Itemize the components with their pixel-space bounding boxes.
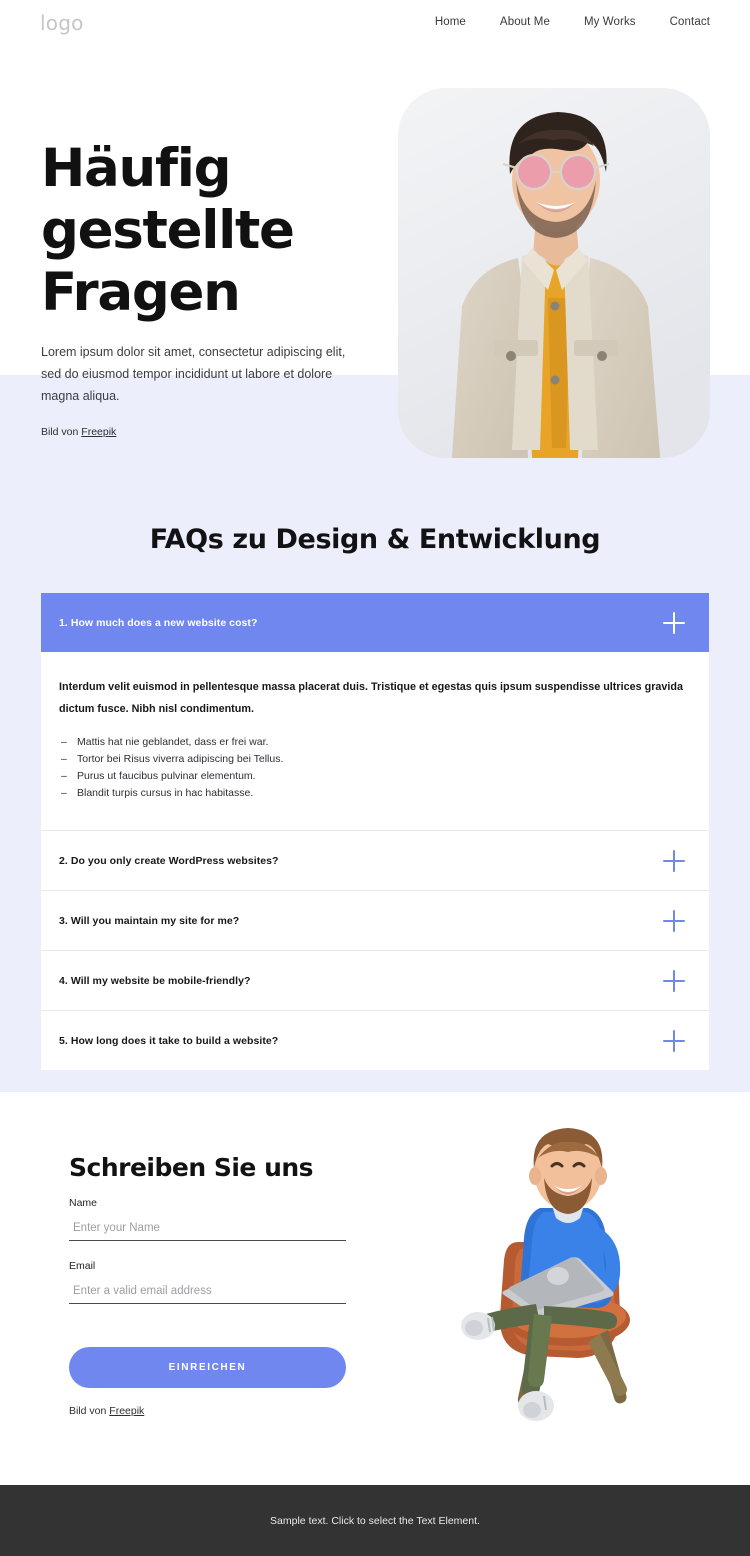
faq-answer-bullets: Mattis hat nie geblandet, dass er frei w… (59, 734, 685, 802)
faq-section: FAQs zu Design & Entwicklung 1. How much… (0, 492, 750, 1092)
nav-item-contact[interactable]: Contact (670, 16, 710, 28)
contact-credit-prefix: Bild von (69, 1405, 110, 1417)
site-footer: Sample text. Click to select the Text El… (0, 1485, 750, 1556)
logo[interactable]: logo (40, 11, 84, 35)
faq-item-2-header[interactable]: 2. Do you only create WordPress websites… (41, 831, 709, 890)
contact-section: Schreiben Sie uns Name Email EINREICHEN … (0, 1092, 750, 1485)
name-input[interactable] (69, 1222, 346, 1241)
faq-bullet: Blandit turpis cursus in hac habitasse. (59, 785, 685, 802)
plus-icon[interactable] (663, 1029, 685, 1052)
site-header: logo Home About Me My Works Contact (0, 0, 750, 47)
faq-item-1-answer: Interdum velit euismod in pellentesque m… (41, 652, 709, 830)
hero-credit-link[interactable]: Freepik (81, 426, 116, 438)
faq-item-1-header[interactable]: 1. How much does a new website cost? (41, 593, 709, 652)
email-input[interactable] (69, 1285, 346, 1304)
contact-credit-link[interactable]: Freepik (109, 1405, 144, 1417)
hero-text-block: Häufig gestellte Fragen Lorem ipsum dolo… (41, 138, 371, 438)
faq-item-1-question: 1. How much does a new website cost? (59, 616, 258, 629)
faq-title: FAQs zu Design & Entwicklung (149, 524, 601, 555)
faq-bullet: Tortor bei Risus viverra adipiscing bei … (59, 751, 685, 768)
hero-image-card (398, 88, 710, 458)
faq-item-4-header[interactable]: 4. Will my website be mobile-friendly? (41, 951, 709, 1010)
hero-section: Häufig gestellte Fragen Lorem ipsum dolo… (0, 0, 750, 492)
hero-subtitle: Lorem ipsum dolor sit amet, consectetur … (41, 345, 346, 403)
faq-bullet: Mattis hat nie geblandet, dass er frei w… (59, 734, 685, 751)
faq-item-4-question: 4. Will my website be mobile-friendly? (59, 974, 251, 987)
plus-icon[interactable] (663, 969, 685, 992)
faq-item-3-question: 3. Will you maintain my site for me? (59, 914, 240, 927)
footer-text[interactable]: Sample text. Click to select the Text El… (270, 1515, 480, 1527)
nav-item-my-works[interactable]: My Works (584, 16, 636, 28)
contact-image-credit: Bild von Freepik (69, 1405, 144, 1417)
name-field-group: Name (69, 1197, 346, 1241)
page-title: Häufig gestellte Fragen (41, 138, 295, 323)
landing-page: logo Home About Me My Works Contact Häuf… (0, 0, 750, 1556)
faq-item-2-question: 2. Do you only create WordPress websites… (59, 854, 279, 867)
hero-credit-prefix: Bild von (41, 426, 82, 438)
faq-item-3-header[interactable]: 3. Will you maintain my site for me? (41, 891, 709, 950)
plus-icon[interactable] (663, 849, 685, 872)
faq-item-5-question: 5. How long does it take to build a webs… (59, 1034, 279, 1047)
faq-bullet: Purus ut faucibus pulvinar elementum. (59, 768, 685, 785)
hero-portrait-photo (398, 88, 710, 458)
submit-button[interactable]: EINREICHEN (69, 1347, 346, 1388)
email-field-group: Email (69, 1260, 346, 1304)
faq-item-5-header[interactable]: 5. How long does it take to build a webs… (41, 1011, 709, 1070)
email-label: Email (69, 1260, 96, 1272)
contact-title: Schreiben Sie uns (69, 1153, 314, 1182)
hero-image-credit: Bild von Freepik (41, 426, 371, 438)
plus-icon[interactable] (663, 611, 685, 634)
nav-item-home[interactable]: Home (435, 16, 466, 28)
nav-item-about-me[interactable]: About Me (500, 16, 550, 28)
man-on-chair-illustration (461, 1128, 630, 1421)
name-label: Name (69, 1197, 98, 1209)
plus-icon[interactable] (663, 909, 685, 932)
faq-answer-lead: Interdum velit euismod in pellentesque m… (59, 681, 684, 715)
faq-accordion: 1. How much does a new website cost? Int… (41, 593, 709, 1070)
main-nav: Home About Me My Works Contact (435, 16, 710, 28)
